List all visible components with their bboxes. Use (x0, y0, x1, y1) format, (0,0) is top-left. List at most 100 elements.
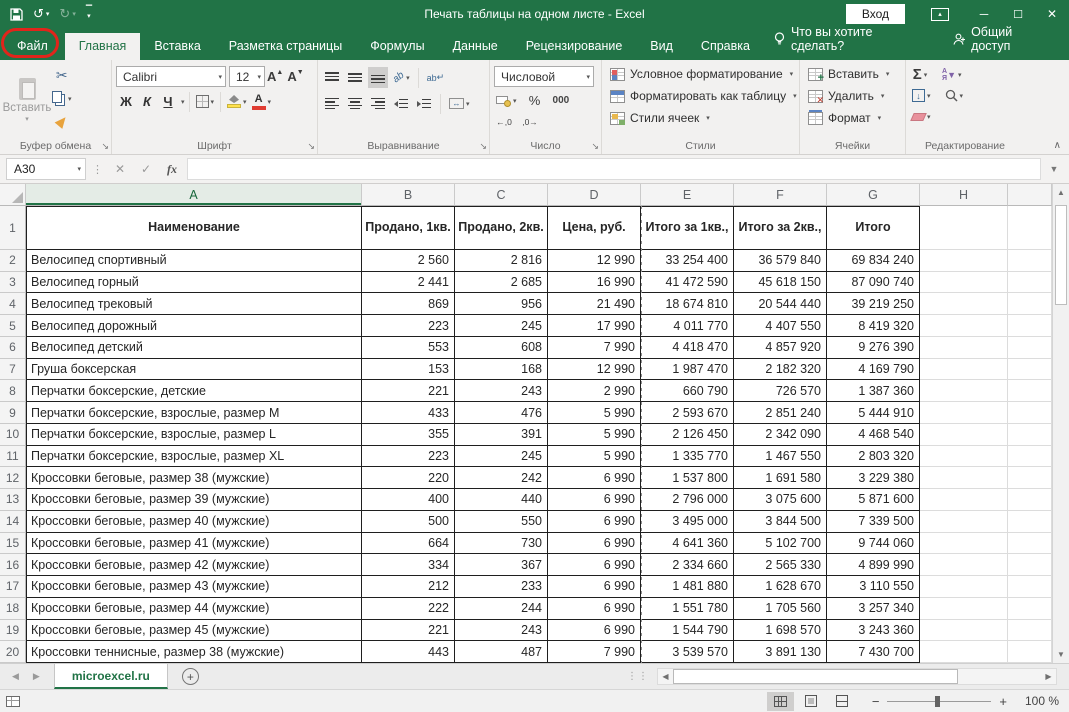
find-select-button[interactable]: ▾ (943, 85, 966, 106)
new-sheet-button[interactable]: + (182, 668, 199, 685)
row-header-16[interactable]: 16 (0, 554, 26, 576)
table-row-cell[interactable]: 244 (455, 598, 548, 620)
table-row-cell[interactable]: Перчатки боксерские, взрослые, размер M (26, 402, 362, 424)
table-row-cell[interactable]: Кроссовки беговые, размер 41 (мужские) (26, 533, 362, 555)
table-row-cell[interactable]: 168 (455, 359, 548, 381)
name-box[interactable]: A30▾ (6, 158, 86, 180)
redo-button[interactable]: ↻▾ (59, 6, 75, 22)
tab-file[interactable]: Файл (0, 33, 65, 60)
table-row-cell[interactable]: 2 593 670 (641, 402, 734, 424)
table-row-cell[interactable]: 3 891 130 (734, 641, 827, 663)
table-row-cell[interactable]: 4 857 920 (734, 337, 827, 359)
empty-cell[interactable] (920, 533, 1008, 555)
row-header-1[interactable]: 1 (0, 206, 26, 250)
table-row-cell[interactable]: 4 468 540 (827, 424, 920, 446)
table-row-cell[interactable]: 1 628 670 (734, 576, 827, 598)
tab-page-layout[interactable]: Разметка страницы (215, 33, 356, 60)
prev-sheet-icon[interactable]: ◀ (12, 671, 19, 682)
align-left-button[interactable] (322, 93, 342, 114)
expand-formula-bar-icon[interactable]: ▼ (1045, 164, 1063, 174)
paste-button[interactable]: Вставить ▾ (4, 63, 50, 137)
format-as-table-button[interactable]: Форматировать как таблицу▾ (606, 85, 795, 107)
scroll-right-icon[interactable]: ▶ (1041, 669, 1056, 684)
table-row-cell[interactable]: 3 075 600 (734, 489, 827, 511)
table-header-cell[interactable]: Итого за 1кв., (641, 206, 734, 250)
table-row-cell[interactable]: 869 (362, 293, 455, 315)
table-row-cell[interactable]: 367 (455, 554, 548, 576)
table-row-cell[interactable]: 17 990 (548, 315, 641, 337)
table-row-cell[interactable]: 6 990 (548, 620, 641, 642)
column-header-A[interactable]: A (26, 184, 362, 206)
tab-help[interactable]: Справка (687, 33, 764, 60)
delete-cells-button[interactable]: Удалить▾ (804, 85, 901, 107)
table-row-cell[interactable]: 2 816 (455, 250, 548, 272)
empty-cell[interactable] (1008, 641, 1052, 663)
table-row-cell[interactable]: 16 990 (548, 272, 641, 294)
align-bottom-button[interactable] (368, 67, 388, 88)
column-header-H[interactable]: H (920, 184, 1008, 206)
empty-cell[interactable] (1008, 424, 1052, 446)
empty-cell[interactable] (1008, 511, 1052, 533)
table-row-cell[interactable]: 245 (455, 446, 548, 468)
number-format-combo[interactable]: Числовой▾ (494, 66, 594, 87)
align-center-button[interactable] (345, 93, 365, 114)
borders-button[interactable]: ▾ (194, 91, 217, 112)
table-row-cell[interactable]: 433 (362, 402, 455, 424)
increase-decimal-button[interactable]: ←,0 (494, 111, 514, 132)
table-row-cell[interactable]: 242 (455, 467, 548, 489)
table-row-cell[interactable]: Велосипед трековый (26, 293, 362, 315)
bold-button[interactable]: Ж (116, 91, 136, 112)
underline-caret-icon[interactable]: ▾ (181, 98, 185, 106)
table-row-cell[interactable]: 222 (362, 598, 455, 620)
sort-filter-button[interactable]: АЯ▼▾ (940, 64, 964, 85)
row-header-19[interactable]: 19 (0, 620, 26, 642)
table-row-cell[interactable]: 39 219 250 (827, 293, 920, 315)
empty-cell[interactable] (1008, 576, 1052, 598)
table-row-cell[interactable]: 220 (362, 467, 455, 489)
column-header-partial[interactable] (1008, 184, 1052, 206)
table-row-cell[interactable]: 3 243 360 (827, 620, 920, 642)
table-row-cell[interactable]: 3 257 340 (827, 598, 920, 620)
autosum-button[interactable]: Σ▾ (910, 64, 930, 85)
table-row-cell[interactable]: 2 685 (455, 272, 548, 294)
table-row-cell[interactable]: 500 (362, 511, 455, 533)
empty-cell[interactable] (920, 250, 1008, 272)
empty-cell[interactable] (920, 424, 1008, 446)
table-row-cell[interactable]: 2 342 090 (734, 424, 827, 446)
table-row-cell[interactable]: 5 102 700 (734, 533, 827, 555)
empty-cell[interactable] (1008, 533, 1052, 555)
percent-style-button[interactable]: % (525, 90, 545, 111)
table-row-cell[interactable]: 334 (362, 554, 455, 576)
table-row-cell[interactable]: 608 (455, 337, 548, 359)
table-row-cell[interactable]: 355 (362, 424, 455, 446)
horizontal-scroll-thumb[interactable] (673, 669, 958, 684)
table-row-cell[interactable]: 7 339 500 (827, 511, 920, 533)
empty-cell[interactable] (920, 380, 1008, 402)
empty-cell[interactable] (1008, 467, 1052, 489)
table-row-cell[interactable]: 6 990 (548, 554, 641, 576)
zoom-out-button[interactable]: − (872, 694, 880, 709)
table-row-cell[interactable]: 660 790 (641, 380, 734, 402)
increase-font-button[interactable]: А▲ (265, 66, 285, 87)
table-row-cell[interactable]: 550 (455, 511, 548, 533)
table-row-cell[interactable]: 664 (362, 533, 455, 555)
table-row-cell[interactable]: 2 560 (362, 250, 455, 272)
font-dialog-launcher-icon[interactable]: ↘ (307, 142, 315, 151)
table-row-cell[interactable]: 153 (362, 359, 455, 381)
table-row-cell[interactable]: 36 579 840 (734, 250, 827, 272)
table-header-cell[interactable]: Итого за 2кв., (734, 206, 827, 250)
table-row-cell[interactable]: 5 990 (548, 446, 641, 468)
collapse-ribbon-icon[interactable]: ∧ (1054, 140, 1061, 151)
table-row-cell[interactable]: Кроссовки беговые, размер 43 (мужские) (26, 576, 362, 598)
wrap-text-button[interactable]: ab↵ (425, 67, 447, 88)
table-row-cell[interactable]: 1 335 770 (641, 446, 734, 468)
horizontal-scrollbar[interactable]: ◀ ▶ (657, 668, 1057, 685)
table-row-cell[interactable]: 2 126 450 (641, 424, 734, 446)
table-row-cell[interactable]: 18 674 810 (641, 293, 734, 315)
format-cells-button[interactable]: Формат▾ (804, 107, 901, 129)
align-middle-button[interactable] (345, 67, 365, 88)
empty-cell[interactable] (1008, 402, 1052, 424)
empty-cell[interactable] (1008, 272, 1052, 294)
align-top-button[interactable] (322, 67, 342, 88)
table-row-cell[interactable]: 245 (455, 315, 548, 337)
